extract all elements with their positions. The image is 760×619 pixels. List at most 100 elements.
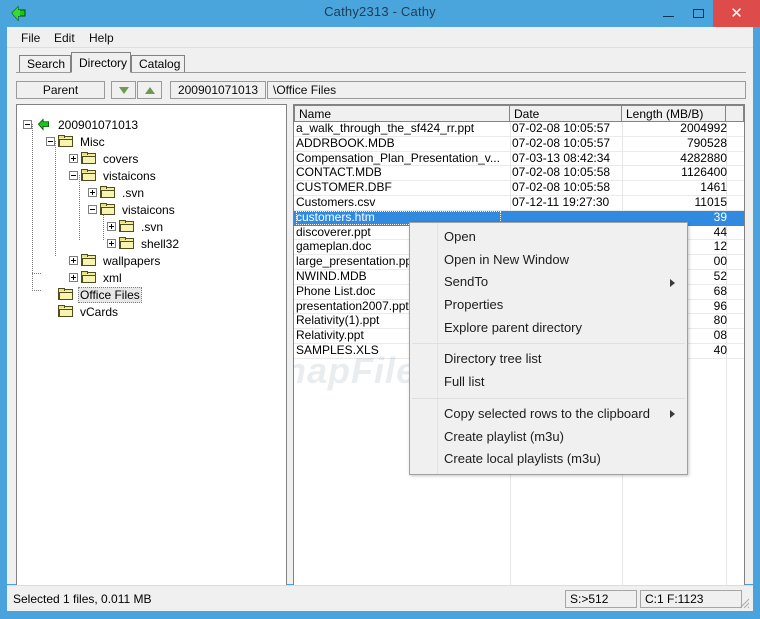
folder-icon xyxy=(119,220,135,233)
window-frame: Cathy2313 - Cathy ✕ File Edit Help Searc… xyxy=(0,0,760,619)
context-menu-item-sendto[interactable]: SendTo xyxy=(410,271,687,294)
context-menu-item-label: SendTo xyxy=(444,274,489,290)
folder-icon xyxy=(81,271,97,284)
menu-help[interactable]: Help xyxy=(83,30,120,46)
expander-plus-icon[interactable] xyxy=(88,188,97,197)
cell-name: Customers.csv xyxy=(296,195,376,209)
volume-field[interactable]: 200901071013 xyxy=(170,81,266,99)
cell-name: CONTACT.MDB xyxy=(296,166,382,180)
expander-minus-icon[interactable] xyxy=(23,120,32,129)
tab-catalog[interactable]: Catalog xyxy=(131,55,185,72)
expander-plus-icon[interactable] xyxy=(107,239,116,248)
submenu-arrow-icon xyxy=(670,410,675,419)
tree-line xyxy=(32,273,41,274)
status-counts: C:1 F:1123 xyxy=(640,590,742,608)
column-header-length[interactable]: Length (MB/B) xyxy=(622,105,726,122)
folder-icon xyxy=(58,135,74,148)
disk-icon xyxy=(35,117,52,132)
expander-plus-icon[interactable] xyxy=(69,256,78,265)
tree-node-label: shell32 xyxy=(141,236,180,251)
context-menu-item-explore-parent-directory[interactable]: Explore parent directory xyxy=(410,317,687,340)
tree-line xyxy=(32,290,41,291)
status-message: Selected 1 files, 0.011 MB xyxy=(13,592,152,606)
title-bar: Cathy2313 - Cathy ✕ xyxy=(0,0,760,27)
move-up-button[interactable] xyxy=(137,81,162,99)
table-row[interactable]: CUSTOMER.DBF 07-02-08 10:05:58 1461 xyxy=(294,181,744,196)
context-menu-item-copy-selected-rows[interactable]: Copy selected rows to the clipboard xyxy=(410,403,687,426)
table-row[interactable]: ADDRBOOK.MDB 07-02-08 10:05:57 790528 xyxy=(294,137,744,152)
column-header-blank[interactable] xyxy=(726,105,744,122)
folder-icon xyxy=(58,305,74,318)
minimize-button[interactable] xyxy=(653,0,683,27)
close-button[interactable]: ✕ xyxy=(713,0,760,27)
status-sectors: S:>512 xyxy=(565,590,637,608)
tree-node-shell32[interactable]: shell32 xyxy=(107,235,181,252)
arrow-down-icon xyxy=(118,86,129,94)
expander-minus-icon[interactable] xyxy=(69,171,78,180)
tree-node-xml[interactable]: xml xyxy=(69,269,124,286)
context-menu-item-full-list[interactable]: Full list xyxy=(410,371,687,394)
tree-line xyxy=(55,141,56,257)
tree-node-vistaicons[interactable]: vistaicons xyxy=(69,167,158,184)
context-menu-item-create-local-playlists[interactable]: Create local playlists (m3u) xyxy=(410,448,687,471)
expander-plus-icon[interactable] xyxy=(107,222,116,231)
cell-name: ADDRBOOK.MDB xyxy=(296,136,395,150)
cell-length: 1461 xyxy=(700,181,727,195)
tree-node-label: vistaicons xyxy=(103,168,156,183)
tree-node-label: .svn xyxy=(122,185,145,200)
maximize-button[interactable] xyxy=(683,0,713,27)
tree-line xyxy=(32,124,33,290)
context-menu-item-directory-tree-list[interactable]: Directory tree list xyxy=(410,348,687,371)
path-field[interactable]: \Office Files xyxy=(267,81,746,99)
tree-node-label: 200901071013 xyxy=(58,117,139,132)
menu-edit[interactable]: Edit xyxy=(48,30,81,46)
tab-search[interactable]: Search xyxy=(19,55,71,72)
tree-node-misc[interactable]: Misc xyxy=(46,133,107,150)
context-menu-item-create-playlist[interactable]: Create playlist (m3u) xyxy=(410,426,687,449)
cell-name: Compensation_Plan_Presentation_v... xyxy=(296,151,500,165)
column-header-date[interactable]: Date xyxy=(510,105,622,122)
expander-minus-icon[interactable] xyxy=(88,205,97,214)
parent-button[interactable]: Parent xyxy=(16,81,105,99)
arrow-up-icon xyxy=(144,86,155,94)
menu-file[interactable]: File xyxy=(15,30,46,46)
tree-node-label: covers xyxy=(103,151,139,166)
resize-grip-icon[interactable] xyxy=(738,596,750,609)
folder-icon xyxy=(81,152,97,165)
cell-date: 07-12-11 19:27:30 xyxy=(512,195,610,209)
expander-plus-icon[interactable] xyxy=(69,154,78,163)
context-menu[interactable]: Open Open in New Window SendTo Propertie… xyxy=(409,222,688,475)
expander-plus-icon[interactable] xyxy=(69,273,78,282)
expander-minus-icon[interactable] xyxy=(46,137,55,146)
tree-node-covers[interactable]: covers xyxy=(69,150,140,167)
cell-name: CUSTOMER.DBF xyxy=(296,181,392,195)
folder-icon xyxy=(81,169,97,182)
table-row[interactable]: Customers.csv 07-12-11 19:27:30 11015 xyxy=(294,196,744,211)
cell-length: 1126400 xyxy=(681,166,727,180)
tree-node-svn-nested[interactable]: .svn xyxy=(107,218,165,235)
tree-node-vistaicons-nested[interactable]: vistaicons xyxy=(88,201,177,218)
context-menu-item-open-in-new-window[interactable]: Open in New Window xyxy=(410,249,687,272)
move-down-button[interactable] xyxy=(111,81,136,99)
context-menu-item-open[interactable]: Open xyxy=(410,226,687,249)
tree-node-office-files[interactable]: Office Files xyxy=(46,286,142,303)
tree-node-root[interactable]: 200901071013 xyxy=(23,116,140,133)
cell-date: 07-02-08 10:05:58 xyxy=(512,166,611,180)
file-list-header: Name Date Length (MB/B) xyxy=(294,105,744,122)
toolbar: Parent 200901071013 \Office Files xyxy=(7,79,753,101)
tab-directory[interactable]: Directory xyxy=(71,52,131,73)
table-row[interactable]: CONTACT.MDB 07-02-08 10:05:58 1126400 xyxy=(294,166,744,182)
directory-tree-pane[interactable]: 200901071013 Misc covers vistaicons .svn… xyxy=(16,104,287,605)
tree-node-label: vistaicons xyxy=(122,202,175,217)
expander-none-icon xyxy=(46,290,55,299)
tree-node-vcards[interactable]: vCards xyxy=(46,303,120,320)
cell-length: 2004992 xyxy=(680,122,727,135)
table-row[interactable]: a_walk_through_the_sf424_rr.ppt 07-02-08… xyxy=(294,122,744,137)
column-header-name[interactable]: Name xyxy=(294,105,510,122)
table-row[interactable]: Compensation_Plan_Presentation_v... 07-0… xyxy=(294,152,744,167)
tree-node-wallpapers[interactable]: wallpapers xyxy=(69,252,162,269)
cell-date: 07-02-08 10:05:58 xyxy=(512,181,611,195)
context-menu-item-properties[interactable]: Properties xyxy=(410,294,687,317)
tree-node-svn[interactable]: .svn xyxy=(88,184,146,201)
tree-node-label: .svn xyxy=(141,219,164,234)
